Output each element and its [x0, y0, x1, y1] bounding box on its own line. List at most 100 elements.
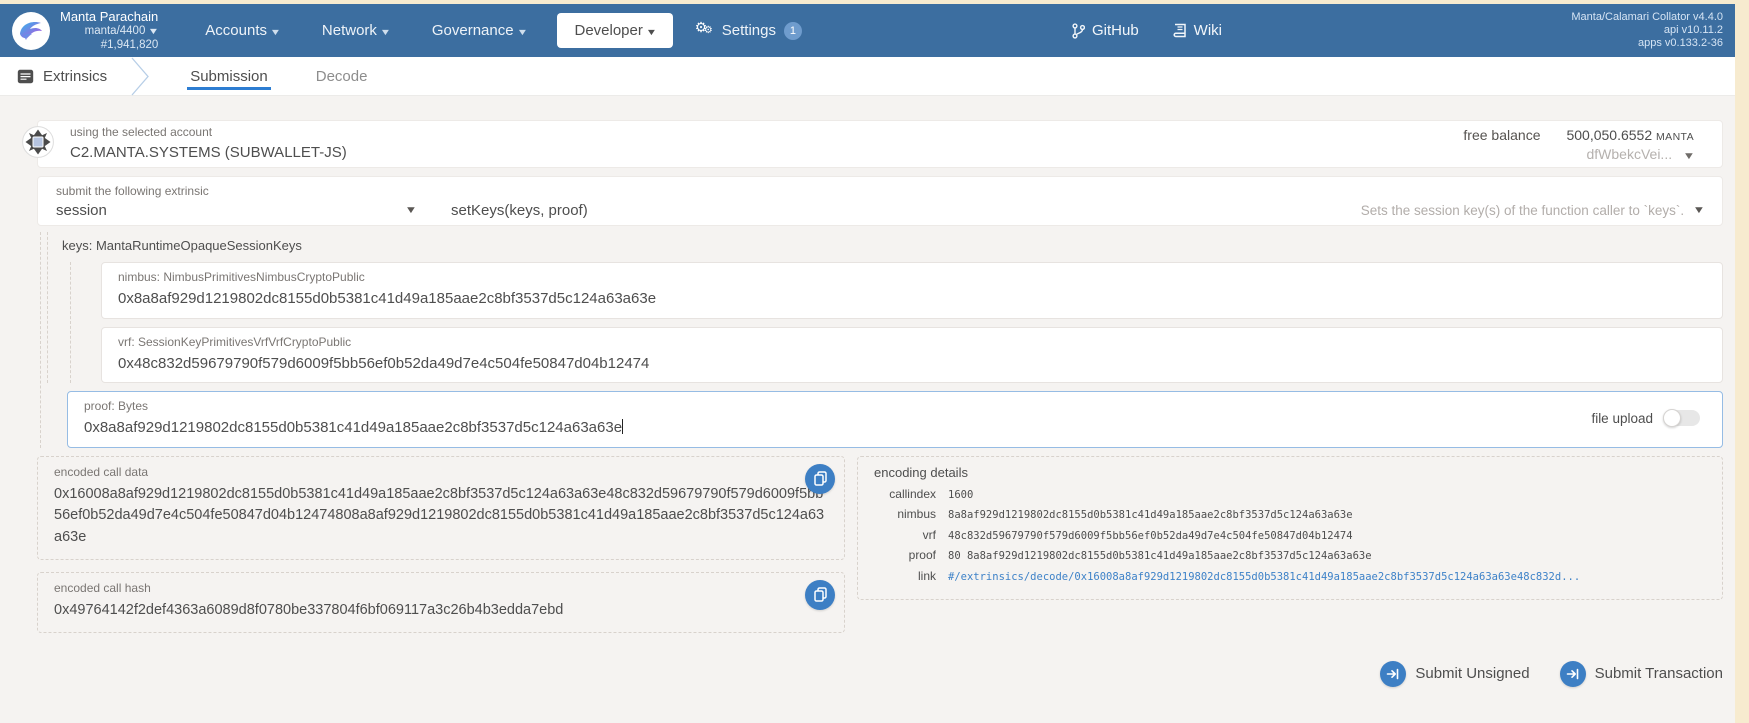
encoded-call-hash-box: encoded call hash 0x49764142f2def4363a60…	[37, 571, 845, 633]
chevron-down-icon: ▼	[148, 25, 160, 36]
file-upload-toggle[interactable]	[1663, 409, 1700, 428]
scrollbar[interactable]	[1735, 0, 1749, 723]
node-version: Manta/Calamari Collator v4.4.0	[1571, 11, 1723, 23]
vrf-field[interactable]: vrf: SessionKeyPrimitivesVrfVrfCryptoPub…	[101, 326, 1723, 383]
main-menu: Accounts ▼ Network ▼ Governance ▼ Developer…	[184, 13, 802, 48]
encoding-row-nimbus: nimbus 8a8af929d1219802dc8155d0b5381c41d…	[897, 507, 1353, 521]
breadcrumb-chevron-icon	[131, 57, 150, 95]
account-name: C2.MANTA.SYSTEMS (SUBWALLET-JS)	[70, 144, 347, 162]
address-short: dfWbekcVei...	[1586, 145, 1673, 162]
chevron-down-icon: ▼	[645, 27, 658, 37]
encoding-row-vrf: vrf 48c832d59679790f579d6009f5bb56ef0b52…	[922, 527, 1353, 542]
nimbus-field[interactable]: nimbus: NimbusPrimitivesNimbusCryptoPubl…	[101, 262, 1723, 319]
vrf-value: 0x48c832d59679790f579d6009f5bb56ef0b52da…	[118, 354, 650, 372]
top-navbar: Manta Parachain manta/4400 ▼ #1,941,820 A…	[0, 4, 1749, 57]
keys-group: keys: MantaRuntimeOpaqueSessionKeys nimb…	[47, 232, 1723, 383]
copy-icon	[813, 471, 827, 486]
chain-info: Manta Parachain manta/4400 ▼ #1,941,820	[60, 10, 160, 52]
submit-transaction-button[interactable]: Submit Transaction	[1559, 660, 1723, 687]
chevron-down-icon: ▼	[1692, 205, 1706, 217]
file-upload-control: file upload	[1591, 409, 1700, 428]
keys-type-label: keys: MantaRuntimeOpaqueSessionKeys	[62, 238, 302, 253]
chain-spec[interactable]: manta/4400 ▼	[60, 25, 160, 38]
menu-governance[interactable]: Governance ▼	[411, 22, 548, 39]
sign-in-icon	[1559, 660, 1586, 687]
tab-submission[interactable]: Submission	[187, 57, 271, 95]
menu-network[interactable]: Network ▼	[301, 22, 411, 39]
menu-accounts[interactable]: Accounts ▼	[184, 22, 301, 39]
decode-link[interactable]: #/extrinsics/decode/0x16008a8af929d12198…	[948, 568, 1580, 588]
extrinsics-icon	[17, 69, 34, 83]
toggle-knob	[1663, 409, 1681, 428]
encoded-call-data-value: 0x16008a8af929d1219802dc8155d0b5381c41d4…	[54, 485, 825, 546]
encoding-row-callindex: callindex 1600	[889, 486, 974, 501]
account-address-dropdown[interactable]: dfWbekcVei... ▼	[1463, 145, 1696, 162]
git-branch-icon	[1072, 22, 1085, 39]
wiki-link[interactable]: Wiki	[1173, 22, 1222, 39]
account-label: using the selected account	[70, 125, 213, 140]
book-icon	[1173, 23, 1186, 38]
extrinsic-label: submit the following extrinsic	[56, 184, 209, 198]
vrf-label: vrf: SessionKeyPrimitivesVrfVrfCryptoPub…	[118, 334, 352, 349]
encoding-row-link: link #/extrinsics/decode/0x16008a8af929d…	[874, 567, 1706, 588]
encoding-details-box: encoding details callindex 1600 nimbus 8…	[857, 455, 1723, 600]
chevron-down-icon: ▼	[379, 27, 392, 37]
menu-settings[interactable]: ⚙ ⚙ Settings 1	[694, 18, 802, 41]
menu-developer[interactable]: Developer ▼	[557, 13, 673, 48]
free-balance-value: 500,050.6552	[1566, 126, 1653, 143]
proof-field[interactable]: proof: Bytes 0x8a8af929d1219802dc8155d0b…	[67, 391, 1723, 448]
encoding-row-proof: proof 80 8a8af929d1219802dc8155d0b5381c4…	[908, 548, 1372, 562]
account-card: using the selected account C2.MANTA.SYST…	[22, 120, 1723, 168]
copy-call-hash-button[interactable]	[805, 579, 835, 610]
version-info: Manta/Calamari Collator v4.4.0 api v10.1…	[1571, 11, 1723, 50]
gear-icon: ⚙ ⚙	[694, 18, 713, 36]
tab-bar: Extrinsics Submission Decode	[0, 57, 1749, 96]
selected-account[interactable]: using the selected account C2.MANTA.SYST…	[70, 125, 1463, 163]
external-links: GitHub Wiki	[1072, 22, 1222, 39]
best-block-number: #1,941,820	[100, 39, 159, 51]
page-title: Extrinsics	[43, 67, 108, 85]
encoded-call-data-label: encoded call data	[54, 464, 149, 479]
main-content: using the selected account C2.MANTA.SYST…	[0, 96, 1749, 687]
nimbus-value: 0x8a8af929d1219802dc8155d0b5381c41d49a18…	[118, 290, 657, 307]
page: Manta Parachain manta/4400 ▼ #1,941,820 A…	[0, 0, 1749, 723]
github-link[interactable]: GitHub	[1072, 22, 1139, 39]
proof-label: proof: Bytes	[84, 399, 149, 413]
nimbus-label: nimbus: NimbusPrimitivesNimbusCryptoPubl…	[118, 270, 365, 284]
pallet-value: session	[56, 202, 107, 219]
method-select[interactable]: setKeys(keys, proof) Sets the session ke…	[451, 201, 1706, 221]
text-cursor	[622, 419, 624, 434]
manta-logo-icon	[12, 11, 50, 50]
free-balance-label: free balance	[1463, 126, 1541, 143]
copy-call-data-button[interactable]	[805, 463, 835, 494]
encoding-details-title: encoding details	[874, 464, 968, 480]
settings-badge: 1	[783, 21, 802, 40]
params-group: keys: MantaRuntimeOpaqueSessionKeys nimb…	[40, 232, 1723, 448]
api-version: api v10.11.2	[1663, 24, 1723, 36]
submit-unsigned-button[interactable]: Submit Unsigned	[1380, 660, 1530, 687]
encoded-call-data-box: encoded call data 0x16008a8af929d1219802…	[37, 455, 845, 560]
chevron-down-icon: ▼	[404, 205, 418, 217]
balance-block: free balance 500,050.6552 MANTA dfWbekcVe…	[1463, 126, 1696, 162]
chevron-down-icon: ▼	[269, 27, 282, 37]
extrinsic-selects: session ▼ setKeys(keys, proof) Sets the …	[49, 201, 1706, 221]
actions-row: Submit Unsigned Submit Transaction	[37, 660, 1723, 687]
method-help-text: Sets the session key(s) of the function …	[1360, 203, 1685, 219]
apps-version: apps v0.133.2-36	[1637, 37, 1723, 49]
chevron-down-icon: ▼	[516, 27, 528, 37]
tab-decode[interactable]: Decode	[313, 57, 371, 95]
sign-in-icon	[1380, 660, 1407, 687]
pallet-select[interactable]: session ▼	[56, 201, 418, 221]
file-upload-label: file upload	[1591, 410, 1653, 426]
copy-icon	[813, 587, 827, 602]
outputs-row: encoded call data 0x16008a8af929d1219802…	[37, 455, 1723, 633]
account-identicon[interactable]	[22, 125, 54, 163]
proof-input[interactable]: 0x8a8af929d1219802dc8155d0b5381c41d49a18…	[84, 418, 1591, 438]
chain-selector[interactable]: Manta Parachain manta/4400 ▼ #1,941,820	[12, 10, 160, 52]
keys-fields: nimbus: NimbusPrimitivesNimbusCryptoPubl…	[70, 262, 1723, 383]
encoded-call-hash-value: 0x49764142f2def4363a6089d8f0780be337804f…	[54, 601, 564, 618]
method-value: setKeys(keys, proof)	[451, 202, 588, 219]
chevron-down-icon: ▼	[1682, 150, 1696, 162]
breadcrumb: Extrinsics	[0, 57, 107, 95]
extrinsic-card: submit the following extrinsic session ▼…	[37, 176, 1723, 226]
